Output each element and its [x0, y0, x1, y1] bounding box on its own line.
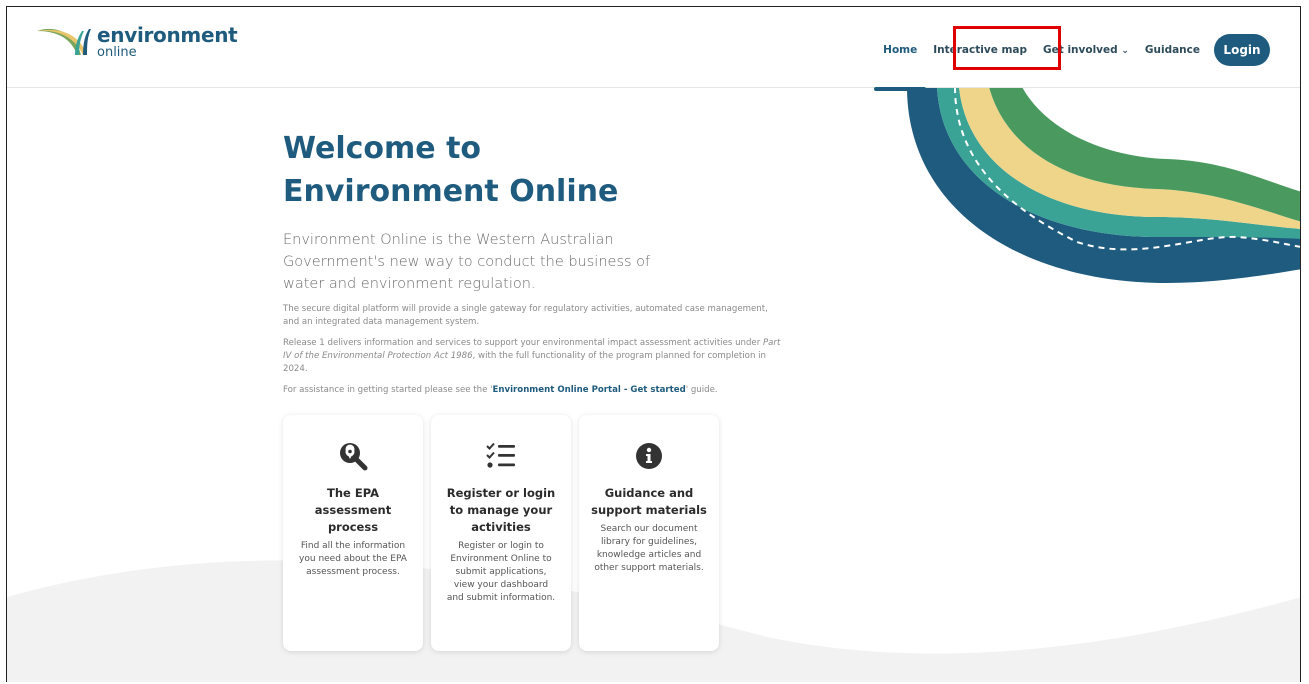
- login-button[interactable]: Login: [1214, 34, 1270, 66]
- para3-text-after: ' guide.: [685, 385, 718, 395]
- logo-title: environment: [97, 23, 238, 47]
- card-register-login[interactable]: Register or login to manage your activit…: [431, 415, 571, 651]
- nav-interactive-map[interactable]: Interactive map: [933, 44, 1027, 56]
- card-title: Register or login to manage your activit…: [446, 486, 556, 534]
- info-circle-icon: [636, 443, 662, 469]
- nav-guidance[interactable]: Guidance: [1145, 44, 1200, 56]
- hero-section: Welcome to Environment Online Environmen…: [283, 127, 783, 405]
- hero-lead: Environment Online is the Western Austra…: [283, 232, 651, 292]
- feature-cards: The EPA assessment process Find all the …: [283, 415, 727, 651]
- card-title: The EPA assessment process: [314, 486, 392, 534]
- para3-text-before: For assistance in getting started please…: [283, 385, 493, 395]
- card-epa-assessment[interactable]: The EPA assessment process Find all the …: [283, 415, 423, 651]
- card-title: Guidance and support materials: [591, 486, 707, 517]
- site-header: environment online Home Interactive map …: [7, 7, 1300, 91]
- search-location-icon: [340, 443, 368, 471]
- page-title-line1: Welcome to: [283, 131, 482, 166]
- card-guidance-support[interactable]: Guidance and support materials Search ou…: [579, 415, 719, 651]
- hero-paragraph-3: For assistance in getting started please…: [283, 384, 783, 397]
- hero-paragraph-2: Release 1 delivers information and servi…: [283, 337, 783, 376]
- chevron-down-icon: ⌄: [1121, 46, 1129, 56]
- hero-paragraph-1: The secure digital platform will provide…: [283, 304, 768, 327]
- card-description: Find all the information you need about …: [299, 541, 407, 577]
- nav-get-involved-label: Get involved: [1043, 44, 1118, 56]
- card-description: Register or login to Environment Online …: [446, 541, 556, 603]
- page-title-line2: Environment Online: [283, 174, 619, 209]
- main-nav: Home Interactive map Get involved ⌄ Guid…: [867, 34, 1270, 91]
- browser-frame: environment online Home Interactive map …: [6, 6, 1301, 682]
- decorative-waves: [897, 87, 1300, 287]
- logo-subtitle: online: [97, 45, 137, 60]
- card-description: Search our document library for guidelin…: [594, 524, 704, 573]
- logo-mark-icon: [37, 28, 91, 55]
- nav-home[interactable]: Home: [874, 44, 927, 91]
- nav-get-involved[interactable]: Get involved ⌄: [1043, 44, 1129, 56]
- checklist-icon: [486, 442, 515, 468]
- para2-text-before: Release 1 delivers information and servi…: [283, 338, 763, 348]
- page-title: Welcome to Environment Online: [283, 127, 783, 213]
- site-logo[interactable]: environment online: [35, 23, 238, 60]
- get-started-guide-link[interactable]: Environment Online Portal - Get started: [493, 385, 686, 395]
